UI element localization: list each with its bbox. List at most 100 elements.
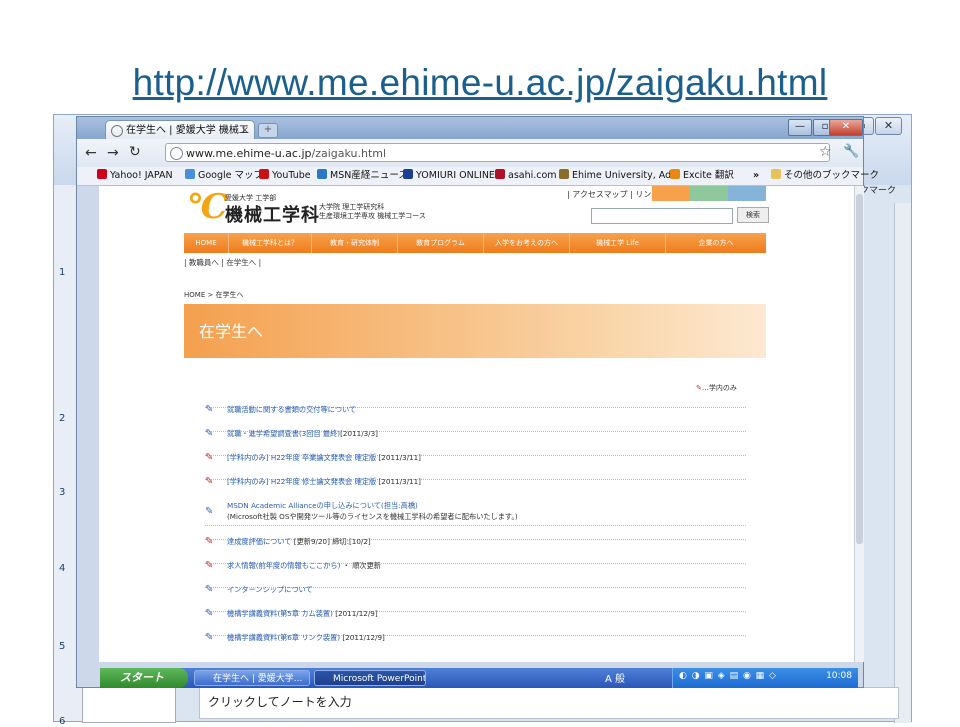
browser-tab[interactable]: 在学生へ | 愛媛大学 機械工 × — [105, 120, 255, 139]
blue-pen-icon: ✎ — [205, 584, 214, 595]
slide-preview-thumbnail[interactable] — [82, 685, 176, 723]
color-theme-box[interactable] — [728, 186, 766, 201]
item-description: (Microsoft社製 OSや開発ツール等のライセンスを機械工学科の希望者に配… — [227, 512, 518, 521]
yomiuri-icon — [403, 169, 413, 179]
color-theme-box[interactable] — [690, 186, 728, 201]
bookmark-item[interactable]: Excite 翻訳 — [670, 169, 734, 183]
slide-number[interactable]: 3 — [59, 487, 77, 498]
item-link[interactable]: [学科内のみ] H22年度 卒業論文発表会 確定版 — [227, 453, 376, 462]
color-theme-box[interactable] — [652, 186, 690, 201]
list-item[interactable]: ✎ 求人情報(前年度の情報もここから) ・ 順次更新 — [205, 560, 746, 571]
bookmarks-overflow-icon[interactable]: » — [753, 169, 759, 183]
logo-department-name[interactable]: 機械工学科 — [225, 201, 320, 227]
ehime-icon — [559, 169, 569, 179]
site-search-button[interactable]: 検索 — [737, 207, 769, 223]
minimize-button[interactable]: — — [788, 119, 812, 136]
bookmark-item[interactable]: Ehime University, Ad... — [559, 169, 680, 183]
close-button[interactable]: ✕ — [829, 119, 863, 136]
wrench-menu-icon[interactable]: 🔧 — [843, 144, 859, 159]
list-item[interactable]: ✎ [学科内のみ] H22年度 修士論文発表会 確定版 [2011/3/11] — [205, 476, 746, 487]
item-date: [更新9/20] 締切:[10/2] — [293, 537, 371, 546]
list-item[interactable]: ✎ 機構学講義資料(第6章 リンク装置) [2011/12/9] — [205, 632, 746, 643]
sub-nav[interactable]: | 教職員へ | 在学生へ | — [184, 257, 261, 268]
scrollbar-thumb[interactable] — [856, 194, 863, 544]
blue-pen-icon: ✎ — [205, 506, 214, 517]
department-logo-icon[interactable]: ℃ — [187, 190, 228, 224]
item-link[interactable]: 機構学講義資料(第5章 カム装置) — [227, 609, 333, 618]
forward-arrow-icon[interactable]: → — [107, 145, 119, 161]
page-vertical-scrollbar[interactable] — [854, 186, 864, 662]
tab-close-icon[interactable]: × — [241, 121, 249, 139]
back-arrow-icon[interactable]: ← — [85, 145, 97, 161]
top-links[interactable]: | アクセスマップ | リンク | — [567, 189, 665, 200]
site-search-input[interactable] — [591, 208, 733, 224]
system-tray: ◐ ◑ ▣ ◈ ▤ ◉ ▦ ◇ 10:08 — [672, 668, 858, 688]
nav-about[interactable]: 機械工学科とは？ — [229, 233, 312, 253]
list-item[interactable]: ✎ 就職活動に関する書類の交付等について — [205, 404, 746, 415]
list-item[interactable]: ✎ 機構学講義資料(第5章 カム装置) [2011/12/9] — [205, 608, 746, 619]
clock[interactable]: 10:08 — [826, 671, 852, 681]
bookmark-item[interactable]: YouTube — [259, 169, 311, 183]
blue-pen-icon: ✎ — [205, 404, 214, 415]
bookmark-star-icon[interactable]: ☆ — [819, 144, 832, 160]
nav-research[interactable]: 教育・研究体制 — [312, 233, 398, 253]
url-domain: www.me.ehime-u.ac.jp — [186, 147, 312, 160]
excite-icon — [670, 169, 680, 179]
red-pen-icon: ✎ — [205, 476, 214, 487]
bookmarks-bar: Yahoo! JAPAN Google マップ YouTube MSN産経ニュー… — [77, 167, 879, 186]
list-item[interactable]: ✎ MSDN Academic Allianceの申し込みについて(担当:高橋)… — [205, 500, 746, 526]
page-info-icon[interactable] — [170, 147, 183, 160]
ppt-close-button[interactable]: ✕ — [875, 117, 902, 135]
bookmark-item[interactable]: asahi.com — [495, 169, 557, 183]
browser-window: 在学生へ | 愛媛大学 機械工 × + — ▫ ✕ ← → ↻ www.me.e… — [76, 116, 879, 688]
item-date: [2011/3/11] — [378, 453, 421, 462]
item-date: [2011/3/3] — [340, 429, 378, 438]
other-bookmarks[interactable]: その他のブックマーク — [771, 169, 879, 183]
list-item[interactable]: ✎ [学科内のみ] H22年度 卒業論文発表会 確定版 [2011/3/11] — [205, 452, 746, 463]
blue-pen-icon: ✎ — [205, 632, 214, 643]
tray-icons[interactable]: ◐ ◑ ▣ ◈ ▤ ◉ ▦ ◇ — [679, 671, 777, 681]
nav-companies[interactable]: 企業の方へ — [666, 233, 766, 253]
item-link[interactable]: 就職活動に関する書類の交付等について — [227, 405, 356, 414]
item-link[interactable]: 機構学講義資料(第6章 リンク装置) — [227, 633, 340, 642]
notes-input[interactable]: クリックしてノートを入力 — [199, 687, 899, 719]
list-item[interactable]: ✎ 就職・進学希望調査書(3回目 最終)[2011/3/3] — [205, 428, 746, 439]
item-link[interactable]: [学科内のみ] H22年度 修士論文発表会 確定版 — [227, 477, 376, 486]
item-date: [2011/12/9] — [342, 633, 385, 642]
address-bar[interactable]: www.me.ehime-u.ac.jp/zaigaku.html — [165, 143, 830, 162]
reload-icon[interactable]: ↻ — [129, 144, 141, 160]
start-button[interactable]: スタート — [100, 668, 188, 688]
nav-life[interactable]: 機械工学 Life — [570, 233, 666, 253]
list-item[interactable]: ✎ インターンシップについて — [205, 584, 746, 595]
slide-number[interactable]: 5 — [59, 641, 77, 652]
bookmark-item[interactable]: Yahoo! JAPAN — [97, 169, 173, 183]
msn-icon — [317, 169, 327, 179]
item-link[interactable]: インターンシップについて — [227, 585, 313, 594]
nav-admission[interactable]: 入学をお考えの方へ — [484, 233, 570, 253]
nav-education[interactable]: 教育プログラム — [398, 233, 484, 253]
slide-number[interactable]: 6 — [59, 716, 77, 727]
ppt-vertical-scrollbar[interactable] — [894, 203, 911, 723]
bookmark-item[interactable]: YOMIURI ONLINE — [403, 169, 495, 183]
nav-home[interactable]: HOME — [184, 233, 229, 253]
new-tab-button[interactable]: + — [258, 123, 278, 138]
item-link[interactable]: MSDN Academic Allianceの申し込みについて(担当:高橋) — [227, 501, 418, 510]
taskbar-item-chrome[interactable]: 在学生へ | 愛媛大学... — [194, 670, 310, 686]
web-page: ℃ 愛媛大学 工学部 機械工学科 大学院 理工学研究科 生産環境工学専攻 機械工学… — [99, 186, 854, 662]
item-link[interactable]: 就職・進学希望調査書(3回目 最終) — [227, 429, 340, 438]
slide-number[interactable]: 4 — [59, 563, 77, 574]
breadcrumb[interactable]: HOME > 在学生へ — [184, 290, 244, 300]
bookmark-item[interactable]: Google マップ — [185, 169, 263, 183]
item-link[interactable]: 達成度評価について — [227, 537, 291, 546]
slide-title[interactable]: http://www.me.ehime-u.ac.jp/zaigaku.html — [0, 62, 960, 104]
slide-number[interactable]: 2 — [59, 413, 77, 424]
item-link[interactable]: 求人情報(前年度の情報もここから) — [227, 561, 340, 570]
youtube-icon — [259, 169, 269, 179]
list-item[interactable]: ✎ 達成度評価について [更新9/20] 締切:[10/2] — [205, 536, 746, 547]
red-pen-icon: ✎ — [205, 536, 214, 547]
taskbar-item-powerpoint[interactable]: Microsoft PowerPoint... — [314, 670, 426, 686]
ime-indicator[interactable]: A 般 — [605, 670, 625, 685]
slide-number[interactable]: 1 — [59, 267, 77, 278]
tab-title: 在学生へ | 愛媛大学 機械工 — [126, 125, 249, 136]
bookmark-item[interactable]: MSN産経ニュース — [317, 169, 408, 183]
